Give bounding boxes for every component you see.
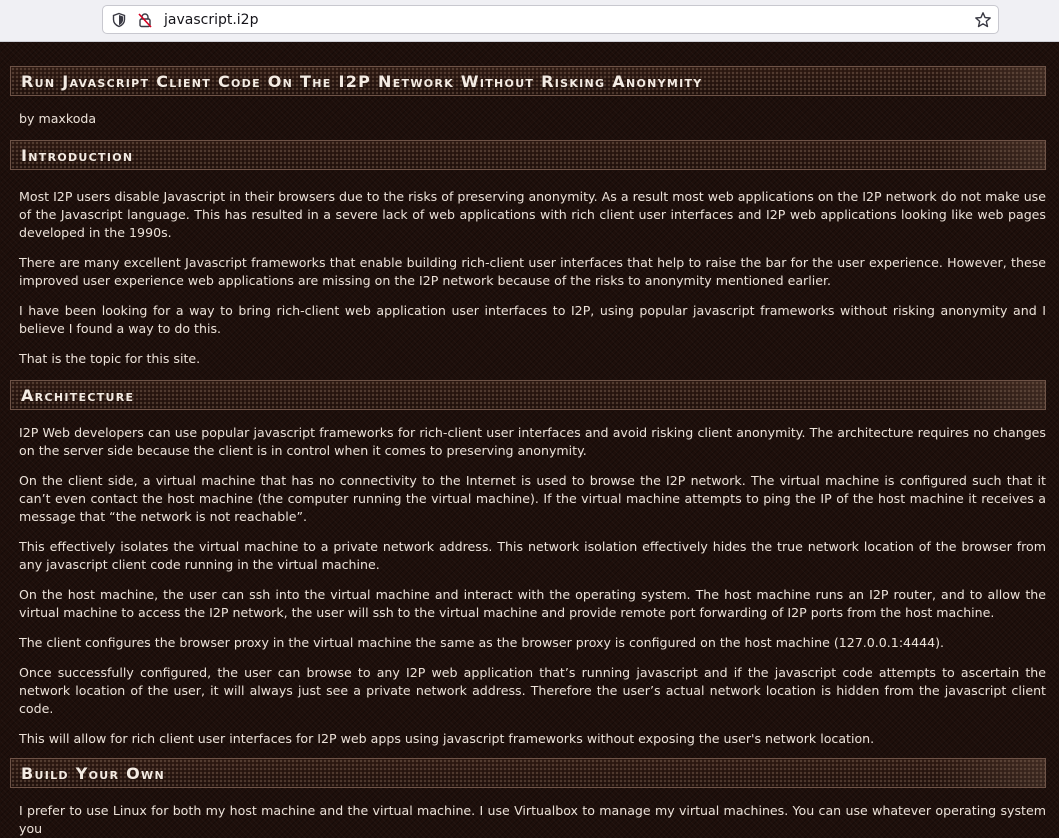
- page-title: Run Javascript Client Code On The I2P Ne…: [21, 72, 703, 91]
- shield-icon[interactable]: [111, 12, 127, 28]
- paragraph: There are many excellent Javascript fram…: [19, 255, 1046, 288]
- section-heading-introduction: Introduction: [10, 140, 1046, 170]
- page-content: Run Javascript Client Code On The I2P Ne…: [10, 66, 1046, 838]
- byline: by maxkoda: [19, 111, 97, 126]
- paragraph: That is the topic for this site.: [19, 351, 201, 366]
- bookmark-star-icon[interactable]: [974, 11, 992, 29]
- address-bar[interactable]: javascript.i2p: [102, 5, 999, 34]
- paragraph: The client configures the browser proxy …: [19, 635, 945, 650]
- paragraph: On the host machine, the user can ssh in…: [19, 587, 1046, 620]
- section-title: Introduction: [21, 146, 134, 165]
- paragraph: Most I2P users disable Javascript in the…: [19, 189, 1046, 240]
- paragraph: This will allow for rich client user int…: [19, 731, 875, 746]
- section-title: Build Your Own: [21, 764, 165, 783]
- section-heading-architecture: Architecture: [10, 380, 1046, 410]
- paragraph: Once successfully configured, the user c…: [19, 665, 1046, 716]
- section-title: Architecture: [21, 386, 135, 405]
- insecure-lock-icon[interactable]: [137, 12, 153, 28]
- paragraph: I2P Web developers can use popular javas…: [19, 425, 1046, 458]
- url-text[interactable]: javascript.i2p: [164, 12, 258, 28]
- paragraph: This effectively isolates the virtual ma…: [19, 539, 1046, 572]
- paragraph: On the client side, a virtual machine th…: [19, 473, 1046, 524]
- paragraph: I have been looking for a way to bring r…: [19, 303, 1046, 336]
- browser-toolbar: javascript.i2p: [0, 0, 1059, 42]
- section-heading-build-your-own: Build Your Own: [10, 758, 1046, 788]
- page-title-bar: Run Javascript Client Code On The I2P Ne…: [10, 66, 1046, 96]
- paragraph: I prefer to use Linux for both my host m…: [19, 803, 1046, 836]
